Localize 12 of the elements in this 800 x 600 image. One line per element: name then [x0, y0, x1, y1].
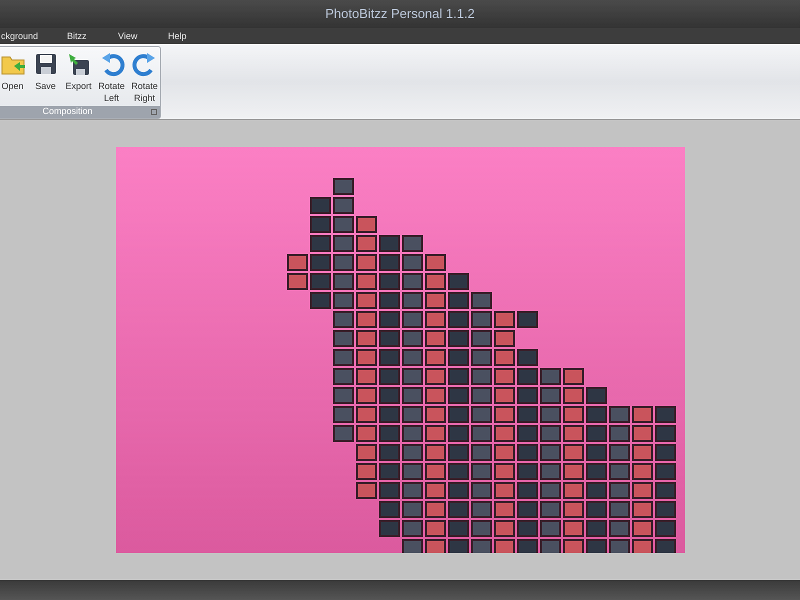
menu-item[interactable]: View: [118, 29, 138, 43]
open-button[interactable]: Open: [0, 47, 28, 92]
window-title: PhotoBitzz Personal 1.1.2: [325, 5, 475, 24]
dialog-launcher-icon[interactable]: [151, 109, 157, 115]
save-button[interactable]: Save: [30, 47, 61, 92]
menu-item[interactable]: Help: [168, 29, 187, 43]
group-label: Composition: [42, 105, 93, 118]
export-button[interactable]: Export: [63, 47, 94, 92]
rotate-left-button[interactable]: Rotate Left: [96, 47, 127, 104]
rotate-right-button[interactable]: Rotate Right: [129, 47, 160, 104]
menu-item[interactable]: Bitzz: [67, 29, 87, 43]
menu-item[interactable]: ckground: [1, 29, 38, 43]
